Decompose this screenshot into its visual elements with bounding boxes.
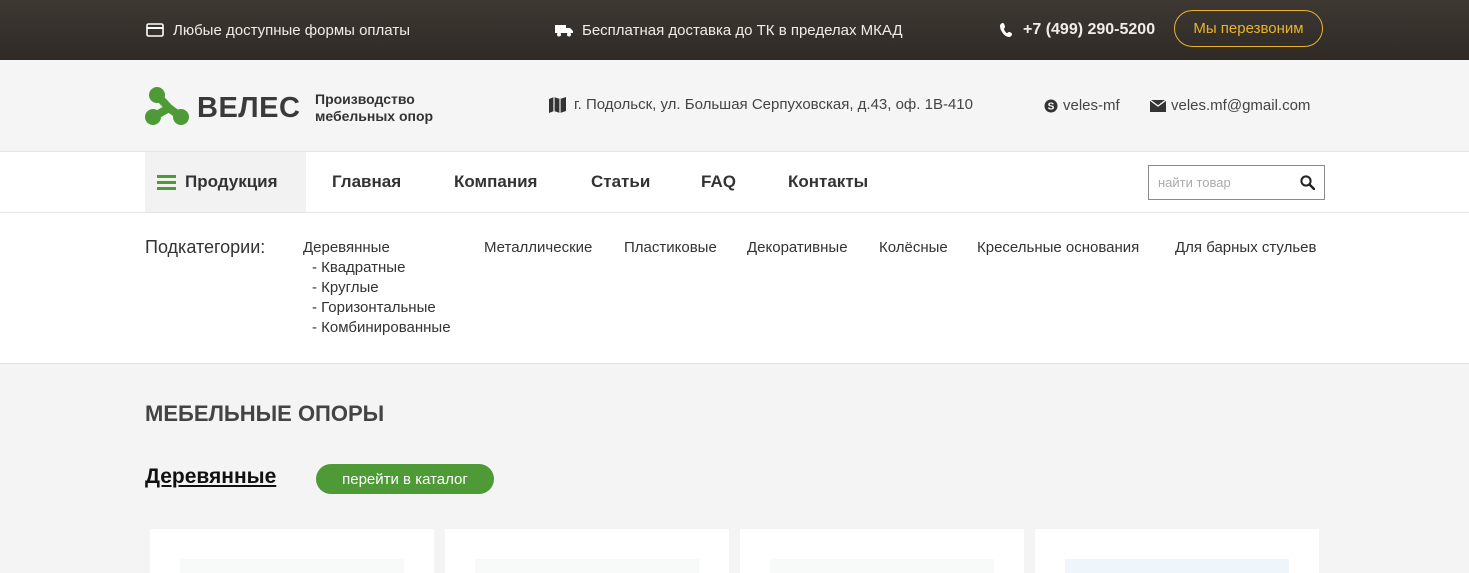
section-title-wooden[interactable]: Деревянные xyxy=(145,465,276,489)
tagline-line-2: мебельных опор xyxy=(315,108,434,124)
callback-button[interactable]: Мы перезвоним xyxy=(1174,10,1323,47)
subcategories-panel: Подкатегории: Деревянные - Квадратные - … xyxy=(0,213,1469,364)
product-card[interactable] xyxy=(150,529,434,573)
delivery-text: Бесплатная доставка до ТК в пределах МКА… xyxy=(582,21,903,39)
site-header: ВЕЛЕС Производство мебельных опор г. Под… xyxy=(0,60,1469,152)
product-image xyxy=(475,559,699,573)
payment-info: Любые доступные формы оплаты xyxy=(146,0,410,60)
address-text: г. Подольск, ул. Большая Серпуховская, д… xyxy=(574,96,973,113)
logo[interactable]: ВЕЛЕС xyxy=(145,86,300,131)
go-to-catalog-button[interactable]: перейти в каталог xyxy=(316,464,494,494)
nav-company[interactable]: Компания xyxy=(454,152,537,212)
truck-icon xyxy=(555,23,573,37)
tagline: Производство мебельных опор xyxy=(315,91,433,125)
subcategory-wheels[interactable]: Колёсные xyxy=(879,239,948,256)
nav-products[interactable]: Продукция xyxy=(145,152,306,212)
skype-icon: S xyxy=(1044,99,1058,113)
product-image xyxy=(180,559,404,573)
page-title: МЕБЕЛЬНЫЕ ОПОРЫ xyxy=(145,401,385,426)
top-bar: Любые доступные формы оплаты Бесплатная … xyxy=(0,0,1469,60)
email-text: veles.mf@gmail.com xyxy=(1171,97,1311,114)
product-image xyxy=(1065,559,1289,573)
subcategories-label: Подкатегории: xyxy=(145,237,266,257)
phone-text: +7 (499) 290-5200 xyxy=(1023,21,1156,38)
product-card[interactable] xyxy=(445,529,729,573)
product-image xyxy=(770,559,994,573)
nav-products-label: Продукция xyxy=(185,172,278,191)
phone-icon xyxy=(1000,22,1014,38)
skype-text: veles-mf xyxy=(1063,97,1120,114)
product-card[interactable] xyxy=(1035,529,1319,573)
nav-home[interactable]: Главная xyxy=(332,152,401,212)
envelope-icon xyxy=(1150,99,1166,112)
subcategory-round[interactable]: - Круглые xyxy=(312,279,379,296)
payment-text: Любые доступные формы оплаты xyxy=(173,21,410,39)
logo-mark-icon xyxy=(145,86,191,131)
subcategory-wooden[interactable]: Деревянные xyxy=(303,239,390,256)
search-box xyxy=(1148,165,1325,200)
tagline-line-1: Производство xyxy=(315,91,415,107)
nav-contacts[interactable]: Контакты xyxy=(788,152,868,212)
search-input[interactable] xyxy=(1149,166,1289,199)
subcategory-chair-bases[interactable]: Кресельные основания xyxy=(977,239,1139,256)
address: г. Подольск, ул. Большая Серпуховская, д… xyxy=(549,96,973,113)
email-contact[interactable]: veles.mf@gmail.com xyxy=(1150,97,1310,114)
svg-text:S: S xyxy=(1048,101,1055,112)
map-icon xyxy=(549,96,566,113)
subcategory-horizontal[interactable]: - Горизонтальные xyxy=(312,299,436,316)
menu-icon xyxy=(157,174,176,190)
nav-articles[interactable]: Статьи xyxy=(591,152,650,212)
subcategory-square[interactable]: - Квадратные xyxy=(312,259,405,276)
phone-number[interactable]: +7 (499) 290-5200 xyxy=(1000,0,1155,60)
subcategory-metal[interactable]: Металлические xyxy=(484,239,592,256)
main-nav: Продукция Главная Компания Статьи FAQ Ко… xyxy=(0,152,1469,213)
nav-faq[interactable]: FAQ xyxy=(701,152,736,212)
subcategory-combined[interactable]: - Комбинированные xyxy=(312,319,451,336)
subcategory-plastic[interactable]: Пластиковые xyxy=(624,239,717,256)
subcategory-decorative[interactable]: Декоративные xyxy=(747,239,848,256)
product-card[interactable] xyxy=(740,529,1024,573)
delivery-info: Бесплатная доставка до ТК в пределах МКА… xyxy=(555,0,903,60)
search-icon[interactable] xyxy=(1300,175,1315,190)
logo-text: ВЕЛЕС xyxy=(197,92,301,124)
credit-card-icon xyxy=(146,23,164,37)
skype-contact[interactable]: S veles-mf xyxy=(1044,97,1120,114)
subcategory-bar-stools[interactable]: Для барных стульев xyxy=(1175,239,1316,256)
